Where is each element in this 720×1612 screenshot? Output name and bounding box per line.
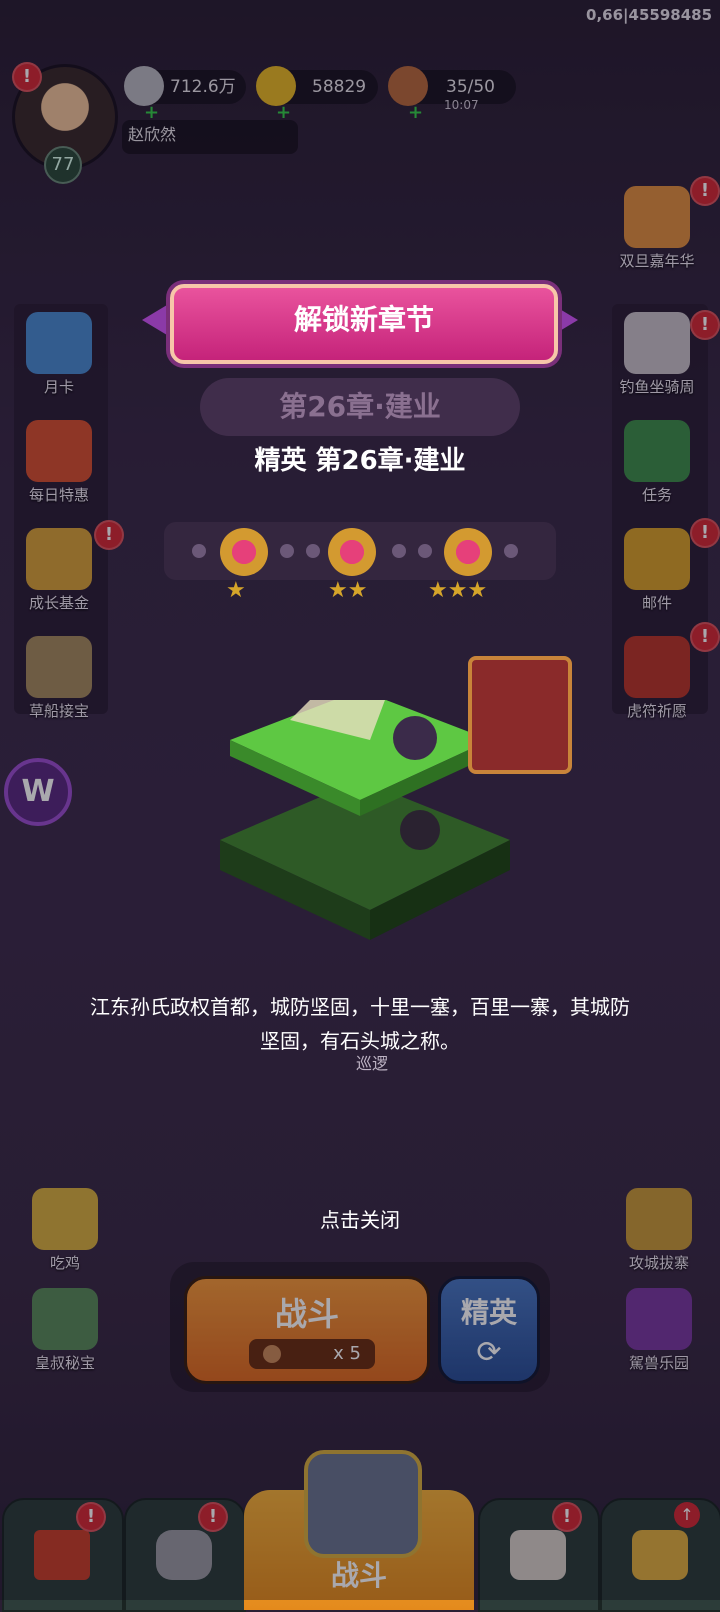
unlock-banner: 解锁新章节 xyxy=(142,278,578,368)
patrol-label: 巡逻 xyxy=(356,1054,389,1073)
medal-2-icon[interactable] xyxy=(328,528,376,576)
tap-to-close-hint[interactable]: 点击关闭 xyxy=(0,1204,720,1233)
star-reward-bar: ★ ★★ ★★★ xyxy=(164,522,556,603)
progress-dot xyxy=(418,544,432,558)
chapter-subtitle: 精英 第26章·建业 xyxy=(254,446,466,476)
banner-title: 解锁新章节 xyxy=(293,303,434,336)
paw-flag-icon xyxy=(468,656,572,774)
chapter-island-illustration xyxy=(220,700,510,940)
progress-dot xyxy=(306,544,320,558)
star-icon: ★★★ xyxy=(428,578,488,603)
star-icon: ★ xyxy=(226,578,246,603)
progress-dot xyxy=(504,544,518,558)
chapter-ghost-text: 第26章·建业 xyxy=(279,390,441,423)
medal-3-icon[interactable] xyxy=(444,528,492,576)
banner-ribbon: 解锁新章节 xyxy=(170,284,558,364)
progress-dot xyxy=(192,544,206,558)
progress-dot xyxy=(280,544,294,558)
medal-1-icon[interactable] xyxy=(220,528,268,576)
chapter-title-ghost: 第26章·建业 xyxy=(200,378,520,436)
star-icon: ★★ xyxy=(328,578,368,603)
chapter-description: 江东孙氏政权首都，城防坚固，十里一塞，百里一寨，其城防坚固，有石头城之称。 xyxy=(90,995,630,1053)
progress-dot xyxy=(392,544,406,558)
